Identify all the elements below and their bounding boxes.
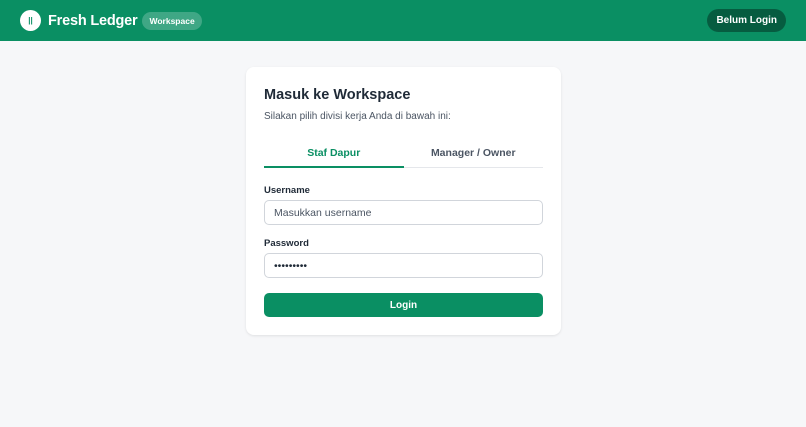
card-title: Masuk ke Workspace: [264, 87, 411, 103]
top-navbar: || Fresh Ledger Workspace Belum Login: [0, 0, 806, 41]
workspace-badge: Workspace: [142, 11, 202, 30]
password-label: Password: [264, 238, 309, 249]
logo-icon: ||: [20, 10, 41, 31]
username-input[interactable]: [264, 200, 543, 225]
tab-manager-owner[interactable]: Manager / Owner: [404, 142, 544, 167]
password-input[interactable]: [264, 253, 543, 278]
brand-name: Fresh Ledger: [48, 12, 138, 29]
tab-staf-dapur[interactable]: Staf Dapur: [264, 142, 404, 168]
username-label: Username: [264, 185, 310, 196]
login-status-pill[interactable]: Belum Login: [707, 9, 786, 32]
card-subtitle: Silakan pilih divisi kerja Anda di bawah…: [264, 111, 451, 122]
login-button[interactable]: Login: [264, 293, 543, 317]
division-tabs: Staf Dapur Manager / Owner: [264, 142, 543, 168]
login-card: Masuk ke Workspace Silakan pilih divisi …: [246, 67, 561, 335]
